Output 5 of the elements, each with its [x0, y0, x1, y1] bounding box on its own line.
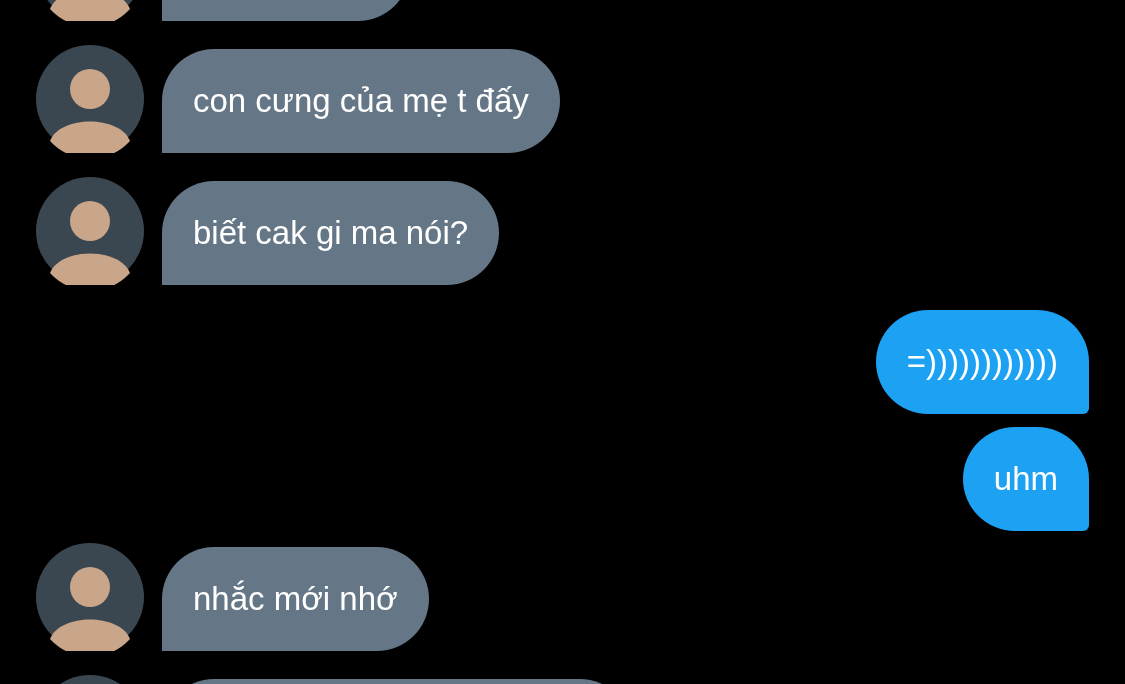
message-bubble: uhm	[962, 427, 1089, 531]
message-bubble: con cưng của mẹ t đấy	[162, 49, 560, 153]
message-bubble: biết cak gi ma nói?	[162, 181, 500, 285]
message-bubble: nhắc mới nhớ	[162, 547, 429, 651]
message-bubble: =))))))))))))	[875, 310, 1089, 414]
